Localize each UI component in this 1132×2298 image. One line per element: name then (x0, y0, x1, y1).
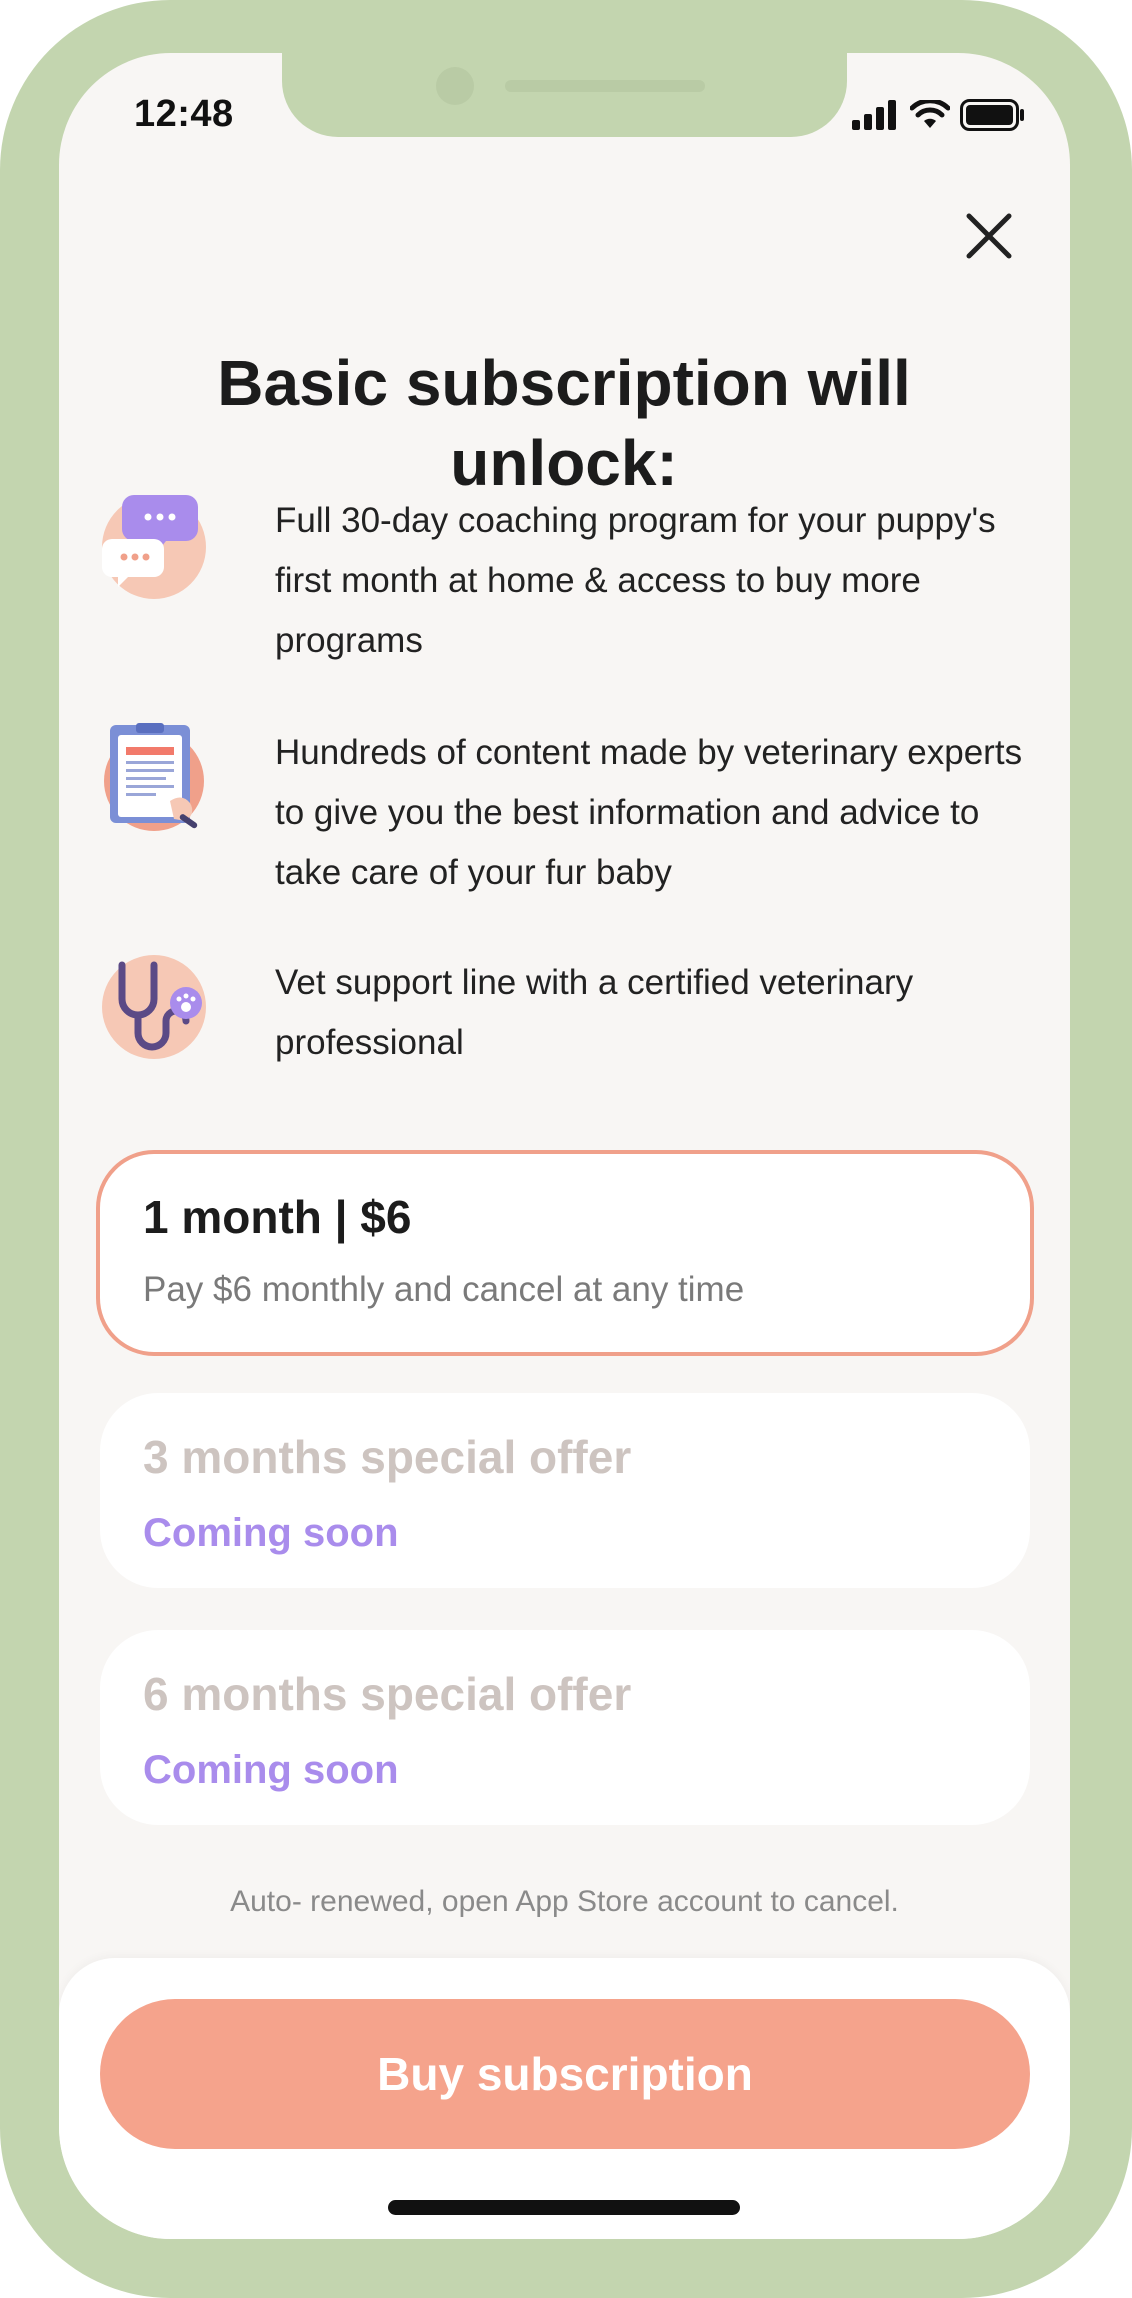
cellular-signal-icon (852, 100, 896, 130)
home-indicator[interactable] (388, 2200, 740, 2215)
close-icon[interactable] (965, 212, 1013, 260)
phone-frame: 12:48 Basic subscription will unlock: Fu… (0, 0, 1132, 2298)
plan-title: 3 months special offer (143, 1431, 632, 1483)
plan-title: 6 months special offer (143, 1668, 632, 1720)
clipboard-document-icon (104, 723, 204, 831)
status-time: 12:48 (134, 93, 234, 135)
plan-option-6-months[interactable]: 6 months special offer Coming soon (100, 1630, 1030, 1825)
plan-option-1-month[interactable]: 1 month | $6 Pay $6 monthly and cancel a… (96, 1150, 1034, 1356)
page-title: Basic subscription will unlock: (217, 347, 911, 499)
bottom-action-sheet: Buy subscription (59, 1958, 1070, 2239)
feature-text: Hundreds of content made by veterinary e… (275, 733, 1023, 892)
plan-option-3-months[interactable]: 3 months special offer Coming soon (100, 1393, 1030, 1588)
speaker-grille (505, 80, 705, 92)
chat-bubbles-icon (102, 495, 206, 599)
auto-renew-note: Auto- renewed, open App Store account to… (230, 1885, 899, 1918)
camera-icon (436, 67, 474, 105)
coming-soon-label: Coming soon (143, 1511, 399, 1555)
plan-subtitle: Pay $6 monthly and cancel at any time (143, 1270, 745, 1309)
feature-text: Vet support line with a certified veteri… (275, 963, 914, 1062)
battery-icon (960, 99, 1024, 131)
close-button[interactable] (954, 201, 1024, 271)
screen: 12:48 Basic subscription will unlock: Fu… (59, 53, 1070, 2239)
buy-subscription-button[interactable]: Buy subscription (100, 1999, 1030, 2149)
coming-soon-label: Coming soon (143, 1748, 399, 1792)
feature-text: Full 30-day coaching program for your pu… (275, 501, 996, 660)
status-icons (852, 99, 1026, 131)
stethoscope-paw-icon (102, 955, 206, 1059)
device-notch (282, 53, 847, 137)
wifi-icon (910, 100, 950, 128)
plan-title: 1 month | $6 (143, 1191, 412, 1243)
